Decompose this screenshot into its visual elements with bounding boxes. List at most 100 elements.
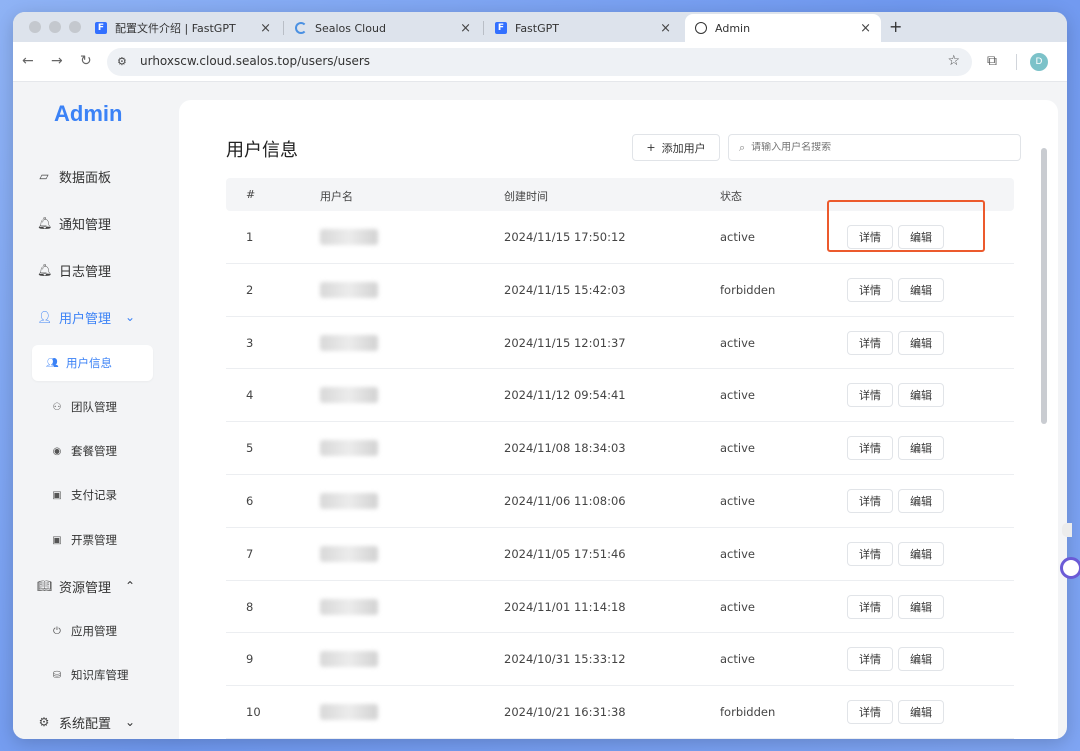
table-row: 5 2024/11/08 18:34:03 active 详情 编辑 [226, 422, 1014, 475]
sidebar-subitem-label: 应用管理 [71, 624, 117, 638]
dashboard-icon: ▱ [39, 169, 49, 183]
sidebar-item-notifications[interactable]: 🔔︎ 通知管理 [37, 211, 111, 235]
detail-button[interactable]: 详情 [847, 383, 893, 408]
site-settings-icon[interactable]: ⚙ [117, 55, 127, 68]
floating-tab [1062, 523, 1072, 537]
chevron-down-icon: ⌄ [125, 310, 136, 324]
edit-button[interactable]: 编辑 [898, 700, 944, 725]
detail-button[interactable]: 详情 [847, 436, 893, 461]
tab-admin[interactable]: Admin × [685, 14, 881, 42]
close-icon[interactable]: × [660, 21, 671, 36]
detail-button[interactable]: 详情 [847, 330, 893, 355]
floating-assistant-icon[interactable] [1060, 557, 1080, 579]
sidebar-item-logs[interactable]: 🔔︎ 日志管理 [37, 258, 111, 282]
detail-button[interactable]: 详情 [847, 225, 893, 249]
users-table: # 用户名 创建时间 状态 1 2024/11/15 17:50:12 active… [226, 178, 1014, 739]
scrollbar-thumb[interactable] [1041, 148, 1047, 424]
row-index: 2 [246, 282, 254, 297]
sidebar-subitem-label: 团队管理 [71, 400, 117, 414]
sidebar-subitem-teams[interactable]: ⚇ 团队管理 [51, 396, 117, 418]
edit-button[interactable]: 编辑 [898, 383, 944, 408]
address-bar[interactable]: ⚙ urhoxscw.cloud.sealos.top/users/users … [107, 48, 972, 76]
edit-button[interactable]: 编辑 [898, 436, 944, 461]
sidebar-subitem-payments[interactable]: ▣ 支付记录 [51, 484, 117, 506]
url-text[interactable]: urhoxscw.cloud.sealos.top/users/users [140, 54, 370, 68]
username-blurred [320, 704, 378, 721]
forward-arrow-icon[interactable]: → [51, 53, 63, 69]
gear-icon: ⚙ [38, 715, 50, 729]
tab-sealos-cloud[interactable]: Sealos Cloud × [285, 14, 481, 42]
sidebar-subitem-packages[interactable]: ◉ 套餐管理 [51, 440, 117, 462]
status-text: active [720, 335, 755, 350]
tab-fastgpt[interactable]: F FastGPT × [485, 14, 681, 42]
created-time: 2024/11/15 15:42:03 [504, 282, 626, 297]
fastgpt-icon: F [95, 22, 107, 34]
table-row: 3 2024/11/15 12:01:37 active 详情 编辑 [226, 317, 1014, 370]
sidebar-item-system-config[interactable]: ⚙ 系统配置 ⌄ [37, 710, 135, 734]
sidebar-subitem-label: 知识库管理 [71, 668, 129, 682]
table-body: 1 2024/11/15 17:50:12 active 详情 编辑 2 2024/11/1… [226, 211, 1014, 739]
username-blurred [320, 334, 378, 351]
detail-button[interactable]: 详情 [847, 541, 893, 566]
team-icon: ⚇ [52, 401, 62, 413]
detail-button[interactable]: 详情 [847, 277, 893, 302]
created-time: 2024/11/15 17:50:12 [504, 230, 626, 244]
chevron-down-icon: ⌄ [125, 715, 136, 729]
bookmark-star-icon[interactable]: ☆ [947, 53, 960, 69]
edit-button[interactable]: 编辑 [898, 594, 944, 619]
sidebar-item-resources[interactable]: 📖︎ 资源管理 ⌃ [37, 574, 135, 598]
add-user-label: 添加用户 [661, 141, 706, 155]
close-icon[interactable]: × [860, 21, 871, 36]
sidebar-item-dashboard[interactable]: ▱ 数据面板 [37, 164, 111, 188]
edit-button[interactable]: 编辑 [898, 225, 944, 249]
sidebar-item-label: 数据面板 [59, 170, 112, 186]
sidebar-subitem-label: 用户信息 [66, 356, 112, 370]
edit-button[interactable]: 编辑 [898, 277, 944, 302]
sidebar-subitem-invoices[interactable]: ▣ 开票管理 [51, 529, 117, 551]
created-time: 2024/11/01 11:14:18 [504, 599, 626, 614]
search-input[interactable] [751, 142, 992, 153]
edit-button[interactable]: 编辑 [898, 541, 944, 566]
tab-fastgpt-docs[interactable]: F 配置文件介绍 | FastGPT × [85, 14, 281, 42]
created-time: 2024/11/08 18:34:03 [504, 441, 626, 456]
sidebar-subitem-user-info[interactable]: 👥︎ 用户信息 [32, 345, 153, 381]
profile-avatar[interactable]: D [1030, 53, 1048, 71]
edit-button[interactable]: 编辑 [898, 330, 944, 355]
close-icon[interactable]: × [260, 21, 271, 36]
bell-icon: 🔔︎ [37, 263, 53, 277]
maximize-window-button[interactable] [69, 21, 81, 33]
sidebar-item-label: 资源管理 [59, 580, 112, 596]
reload-icon[interactable]: ↻ [80, 53, 92, 69]
search-icon: ⌕ [739, 140, 746, 154]
payment-icon: ▣ [52, 489, 62, 501]
brand-logo: Admin [54, 101, 123, 126]
sidebar-item-label: 用户管理 [59, 311, 112, 327]
new-tab-button[interactable]: + [889, 17, 902, 36]
detail-button[interactable]: 详情 [847, 488, 893, 513]
extensions-icon[interactable]: ⧉ [987, 53, 997, 69]
close-window-button[interactable] [29, 21, 41, 33]
toolbar-divider [1016, 54, 1017, 70]
table-row: 4 2024/11/12 09:54:41 active 详情 编辑 [226, 369, 1014, 423]
detail-button[interactable]: 详情 [847, 647, 893, 672]
book-icon: 📖︎ [37, 579, 53, 593]
detail-button[interactable]: 详情 [847, 700, 893, 725]
created-time: 2024/10/21 16:31:38 [504, 705, 626, 720]
sidebar-item-users[interactable]: 👤︎ 用户管理 ⌄ [37, 305, 135, 329]
close-icon[interactable]: × [460, 21, 471, 36]
status-text: active [720, 599, 755, 614]
detail-button[interactable]: 详情 [847, 594, 893, 619]
edit-button[interactable]: 编辑 [898, 647, 944, 672]
username-blurred [320, 651, 378, 668]
sidebar-subitem-knowledge-base[interactable]: ⛁ 知识库管理 [51, 664, 129, 686]
minimize-window-button[interactable] [49, 21, 61, 33]
edit-button[interactable]: 编辑 [898, 488, 944, 513]
username-blurred [320, 598, 378, 615]
row-index: 1 [246, 230, 254, 244]
back-arrow-icon[interactable]: ← [22, 53, 34, 69]
user-search[interactable]: ⌕ [728, 134, 1021, 161]
user-icon: 👤︎ [37, 310, 53, 324]
row-index: 6 [246, 493, 254, 508]
sidebar-subitem-apps[interactable]: ⏻ 应用管理 [51, 620, 117, 642]
add-user-button[interactable]: + 添加用户 [632, 134, 720, 161]
